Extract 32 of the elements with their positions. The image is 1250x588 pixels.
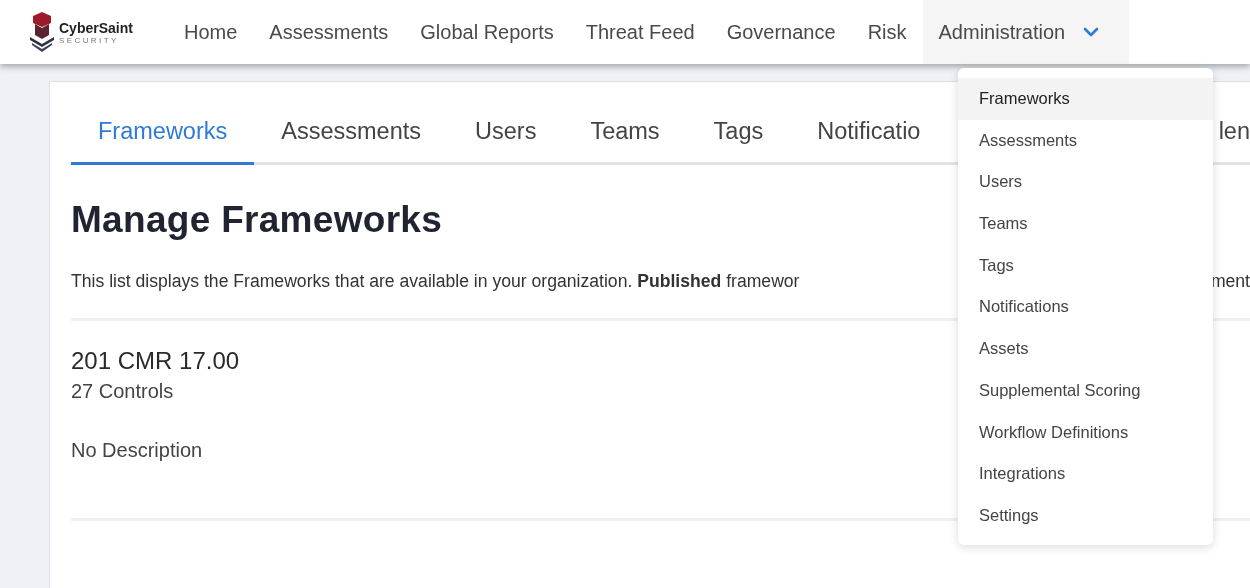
controls-count: 27 Controls <box>71 380 174 403</box>
tab[interactable]: Tags <box>686 100 791 165</box>
menu-item[interactable]: Integrations <box>958 453 1213 495</box>
tab[interactable]: Frameworks <box>71 100 255 165</box>
menu-item[interactable]: Workflow Definitions <box>958 411 1213 454</box>
nav-link[interactable]: Governance <box>710 0 852 64</box>
tab[interactable]: Assessments <box>254 100 448 165</box>
menu-item[interactable]: Tags <box>958 244 1213 287</box>
tab[interactable]: Teams <box>563 100 687 165</box>
tab[interactable]: Users <box>448 100 564 165</box>
menu-item[interactable]: Frameworks <box>958 78 1213 120</box>
nav-link[interactable]: Assessments <box>253 0 405 64</box>
brand-tagline: SECURITY <box>59 35 119 45</box>
brand-name: CyberSaint <box>59 19 133 36</box>
menu-item[interactable]: Teams <box>958 203 1213 245</box>
nav-link[interactable]: Administration <box>922 0 1130 64</box>
menu-item[interactable]: Settings <box>958 494 1213 537</box>
menu-item[interactable]: Notifications <box>958 286 1213 329</box>
menu-item[interactable]: Users <box>958 161 1213 204</box>
nav-link[interactable]: Threat Feed <box>569 0 711 64</box>
menu-item[interactable]: Assets <box>958 328 1213 370</box>
framework-description: No Description <box>71 439 203 462</box>
nav-link[interactable]: Global Reports <box>404 0 570 64</box>
tab[interactable]: Notificatio <box>790 100 948 165</box>
framework-title: 201 CMR 17.00 <box>71 347 240 375</box>
shield-logo-icon <box>29 11 55 53</box>
description-text: This list displays the Frameworks that are available in your organization. Published framewor <box>71 271 800 292</box>
nav-link[interactable]: Home <box>168 0 254 64</box>
page-heading: Manage Frameworks <box>71 199 443 241</box>
menu-item[interactable]: Supplemental Scoring <box>958 369 1213 412</box>
nav-link[interactable]: Risk <box>851 0 923 64</box>
menu-item[interactable]: Assessments <box>958 119 1213 162</box>
